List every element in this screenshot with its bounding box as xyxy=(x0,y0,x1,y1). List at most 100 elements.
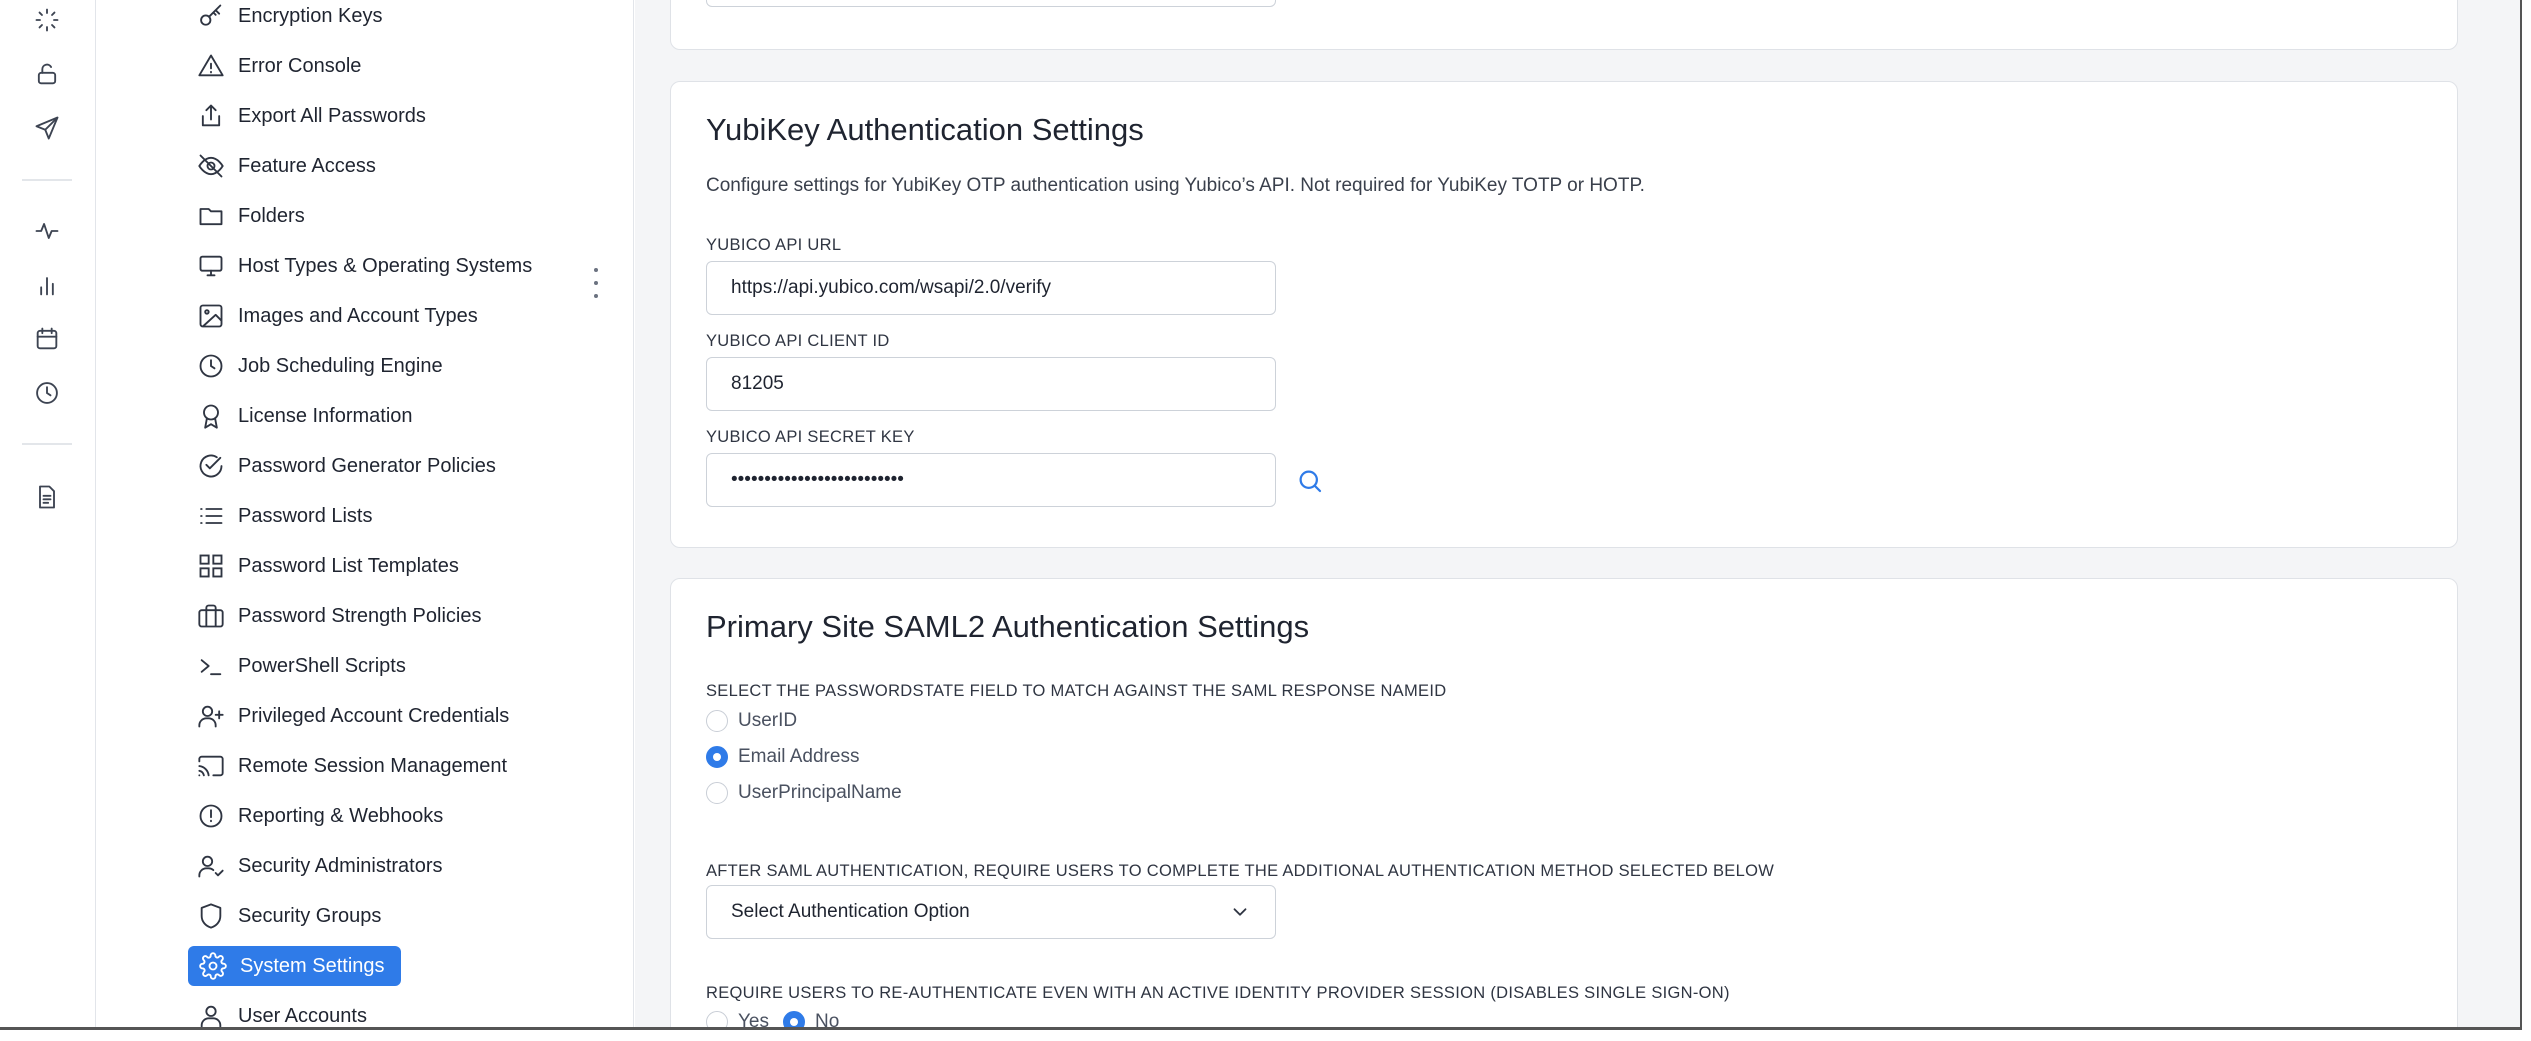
terminal-icon xyxy=(196,651,226,681)
nav-item-export-all-passwords[interactable]: Export All Passwords xyxy=(186,96,436,136)
nav-item-privileged-account-credentials[interactable]: Privileged Account Credentials xyxy=(186,696,519,736)
nav-item-feature-access[interactable]: Feature Access xyxy=(186,146,386,186)
yubico-api-secret-key-input[interactable] xyxy=(706,453,1276,507)
nav-item-label: Images and Account Types xyxy=(238,304,478,327)
radio-label: Yes xyxy=(738,1011,769,1030)
authentication-option-select[interactable]: Select Authentication Option xyxy=(706,885,1276,939)
loader-icon[interactable] xyxy=(33,6,61,34)
nav-item-powershell-scripts[interactable]: PowerShell Scripts xyxy=(186,646,416,686)
radio-option-email-address[interactable]: Email Address xyxy=(706,746,859,768)
yubikey-card-title: YubiKey Authentication Settings xyxy=(706,112,1144,147)
radio-option-userid[interactable]: UserID xyxy=(706,710,797,732)
alert-circle-icon xyxy=(196,801,226,831)
warning-triangle-icon xyxy=(196,51,226,81)
activity-icon[interactable] xyxy=(33,217,61,245)
calendar-icon[interactable] xyxy=(33,325,61,353)
nav-item-system-settings[interactable]: System Settings xyxy=(188,946,401,986)
nav-item-label: License Information xyxy=(238,404,413,427)
chevron-down-icon xyxy=(1229,901,1251,923)
list-icon xyxy=(196,501,226,531)
award-ribbon-icon xyxy=(196,401,226,431)
clock-icon[interactable] xyxy=(33,379,61,407)
icon-rail xyxy=(0,0,96,1027)
radio-label: UserPrincipalName xyxy=(738,782,902,803)
app-window: Encryption Keys Error Console Export All… xyxy=(0,0,2522,1030)
saml-card-title: Primary Site SAML2 Authentication Settin… xyxy=(706,609,1310,644)
send-icon[interactable] xyxy=(33,114,61,142)
bar-chart-icon[interactable] xyxy=(33,271,61,299)
user-icon xyxy=(196,1001,226,1027)
nav-item-label: Export All Passwords xyxy=(238,104,426,127)
nav-item-label: Privileged Account Credentials xyxy=(238,704,510,727)
nav-item-label: Error Console xyxy=(238,54,362,77)
nav-item-reporting-webhooks[interactable]: Reporting & Webhooks xyxy=(186,796,453,836)
yubico-api-url-input[interactable] xyxy=(706,261,1276,315)
nav-item-security-groups[interactable]: Security Groups xyxy=(186,896,391,936)
yubico-api-secret-key-label: YUBICO API SECRET KEY xyxy=(706,428,915,446)
search-icon[interactable] xyxy=(1295,466,1325,496)
clock-icon xyxy=(196,351,226,381)
key-icon xyxy=(196,1,226,31)
select-value: Select Authentication Option xyxy=(731,901,970,922)
radio-button-selected[interactable] xyxy=(706,746,728,768)
radio-label: No xyxy=(815,1011,840,1030)
kebab-menu-icon[interactable] xyxy=(592,268,600,298)
rail-divider xyxy=(22,179,72,181)
yubico-api-url-label: YUBICO API URL xyxy=(706,236,842,254)
yubico-api-client-id-label: YUBICO API CLIENT ID xyxy=(706,332,890,350)
rail-divider xyxy=(22,443,72,445)
nav-item-password-lists[interactable]: Password Lists xyxy=(186,496,383,536)
radio-option-userprincipalname[interactable]: UserPrincipalName xyxy=(706,782,902,804)
settings-nav: Encryption Keys Error Console Export All… xyxy=(96,0,634,1027)
nav-item-label: Password List Templates xyxy=(238,554,459,577)
nav-item-password-list-templates[interactable]: Password List Templates xyxy=(186,546,469,586)
nav-item-label: Password Strength Policies xyxy=(238,604,482,627)
nav-item-error-console[interactable]: Error Console xyxy=(186,46,371,86)
nav-item-label: Feature Access xyxy=(238,154,376,177)
nav-item-folders[interactable]: Folders xyxy=(186,196,315,236)
folder-icon xyxy=(196,201,226,231)
radio-button[interactable] xyxy=(706,1011,728,1027)
export-upload-icon xyxy=(196,101,226,131)
nav-item-job-scheduling[interactable]: Job Scheduling Engine xyxy=(186,346,453,386)
nav-item-security-administrators[interactable]: Security Administrators xyxy=(186,846,453,886)
yubico-api-client-id-input[interactable] xyxy=(706,357,1276,411)
cast-icon xyxy=(196,751,226,781)
yubikey-description: Configure settings for YubiKey OTP authe… xyxy=(706,175,1645,196)
shield-icon xyxy=(196,901,226,931)
check-circle-icon xyxy=(196,451,226,481)
saml-reauth-label: REQUIRE USERS TO RE-AUTHENTICATE EVEN WI… xyxy=(706,984,1730,1002)
reauth-options: Yes No xyxy=(706,1011,840,1030)
nav-item-user-accounts[interactable]: User Accounts xyxy=(186,996,377,1027)
nav-item-label: Password Lists xyxy=(238,504,373,527)
nav-item-label: Password Generator Policies xyxy=(238,454,496,477)
yubikey-settings-card: YubiKey Authentication Settings Configur… xyxy=(670,81,2458,548)
nav-item-encryption-keys[interactable]: Encryption Keys xyxy=(186,0,393,36)
nav-item-host-types[interactable]: Host Types & Operating Systems xyxy=(186,246,542,286)
radio-button[interactable] xyxy=(706,782,728,804)
user-plus-icon xyxy=(196,701,226,731)
nav-item-password-generator-policies[interactable]: Password Generator Policies xyxy=(186,446,506,486)
monitor-icon xyxy=(196,251,226,281)
image-icon xyxy=(196,301,226,331)
document-icon[interactable] xyxy=(33,483,61,511)
nav-item-label: Security Administrators xyxy=(238,854,443,877)
user-check-icon xyxy=(196,851,226,881)
main-content: YubiKey Authentication Settings Configur… xyxy=(635,0,2520,1027)
nav-item-label: System Settings xyxy=(240,954,385,977)
nav-item-label: Security Groups xyxy=(238,904,382,927)
previous-input-field[interactable] xyxy=(706,0,1276,7)
nav-item-label: Job Scheduling Engine xyxy=(238,354,443,377)
nav-item-remote-session-management[interactable]: Remote Session Management xyxy=(186,746,517,786)
unlock-icon[interactable] xyxy=(33,60,61,88)
nav-item-license-information[interactable]: License Information xyxy=(186,396,423,436)
radio-label: UserID xyxy=(738,710,798,731)
nav-item-password-strength-policies[interactable]: Password Strength Policies xyxy=(186,596,491,636)
saml-settings-card: Primary Site SAML2 Authentication Settin… xyxy=(670,578,2458,1030)
radio-label: Email Address xyxy=(738,746,860,767)
radio-button[interactable] xyxy=(706,710,728,732)
radio-button-selected[interactable] xyxy=(783,1011,805,1027)
nav-item-images-account-types[interactable]: Images and Account Types xyxy=(186,296,488,336)
grid-icon xyxy=(196,551,226,581)
nav-item-label: User Accounts xyxy=(238,1004,367,1027)
